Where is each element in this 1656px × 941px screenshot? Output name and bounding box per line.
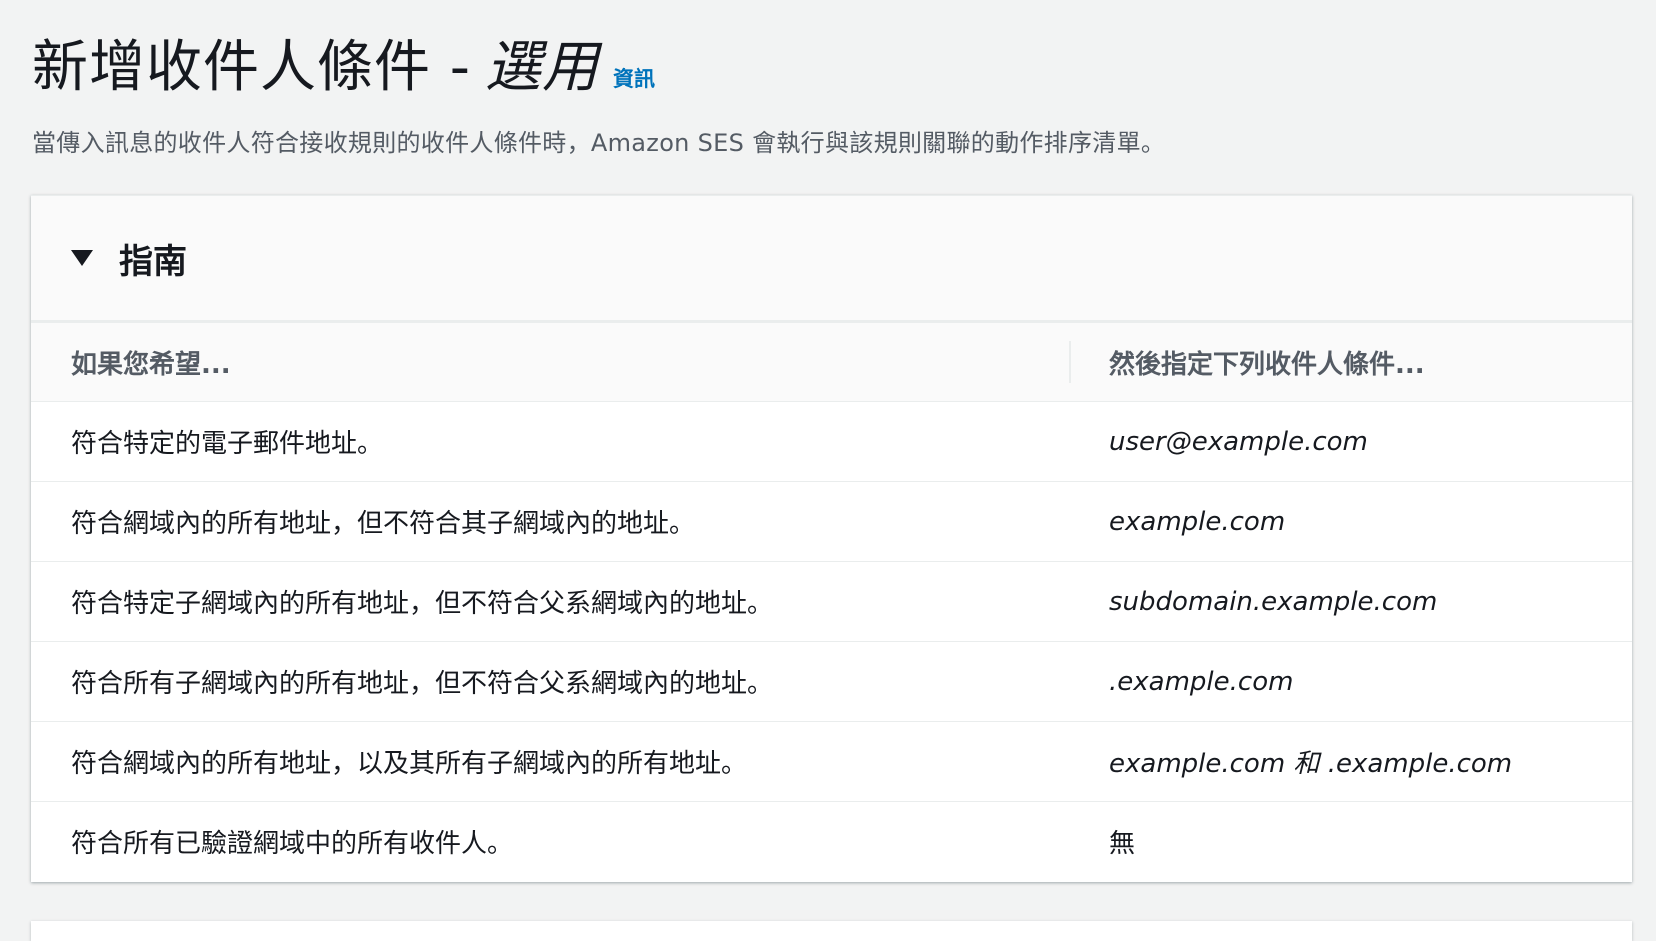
row-condition: 無 [1109, 829, 1136, 859]
row-want: 符合特定子網域內的所有地址，但不符合父系網域內的地址。 [31, 561, 1071, 642]
guide-table: 如果您希望... 然後指定下列收件人條件... 符合特定的電子郵件地址。 use… [31, 323, 1632, 881]
title-row: 新增收件人條件 - 選用 資訊 [32, 28, 1624, 108]
table-row: 符合所有已驗證網域中的所有收件人。 無 [31, 802, 1632, 882]
row-condition: subdomain.example.com [1071, 561, 1632, 642]
row-want: 符合特定的電子郵件地址。 [31, 401, 1071, 482]
row-want: 符合網域內的所有地址，以及其所有子網域內的所有地址。 [31, 721, 1071, 802]
page-title-text: 新增收件人條件 - [32, 35, 472, 100]
page-header: 新增收件人條件 - 選用 資訊 當傳入訊息的收件人符合接收規則的收件人條件時，Am… [32, 28, 1624, 158]
table-row: 符合網域內的所有地址，但不符合其子網域內的地址。 example.com [31, 481, 1632, 562]
row-want: 符合所有已驗證網域中的所有收件人。 [71, 829, 514, 859]
column-header-condition: 然後指定下列收件人條件... [1071, 323, 1632, 402]
row-condition: .example.com [1071, 641, 1632, 722]
page-description: 當傳入訊息的收件人符合接收規則的收件人條件時，Amazon SES 會執行與該規… [32, 129, 1166, 157]
guide-panel-title: 指南 [119, 241, 187, 282]
row-condition: example.com [1071, 481, 1632, 562]
row-condition: example.com 和 .example.com [1071, 721, 1632, 802]
column-header-want: 如果您希望... [31, 323, 1071, 402]
guide-panel-header[interactable]: 指南 [31, 196, 1632, 323]
table-row: 符合特定子網域內的所有地址，但不符合父系網域內的地址。 subdomain.ex… [31, 561, 1632, 642]
guide-panel: 指南 如果您希望... 然後指定下列收件人條件... 符合特定的電子郵件地址。 … [31, 195, 1632, 882]
row-condition: user@example.com [1071, 401, 1632, 482]
table-row: 符合所有子網域內的所有地址，但不符合父系網域內的地址。 .example.com [31, 641, 1632, 722]
page-title-optional: 選用 [485, 35, 600, 100]
next-section-card [31, 921, 1632, 941]
row-want: 符合所有子網域內的所有地址，但不符合父系網域內的地址。 [31, 641, 1071, 722]
table-row: 符合特定的電子郵件地址。 user@example.com [31, 401, 1632, 482]
caret-down-icon [71, 250, 93, 266]
info-link[interactable]: 資訊 [613, 63, 655, 93]
row-want: 符合網域內的所有地址，但不符合其子網域內的地址。 [31, 481, 1071, 562]
table-row: 符合網域內的所有地址，以及其所有子網域內的所有地址。 example.com 和… [31, 721, 1632, 802]
page-title: 新增收件人條件 - 選用 [32, 28, 599, 108]
table-header-row: 如果您希望... 然後指定下列收件人條件... [31, 323, 1632, 402]
